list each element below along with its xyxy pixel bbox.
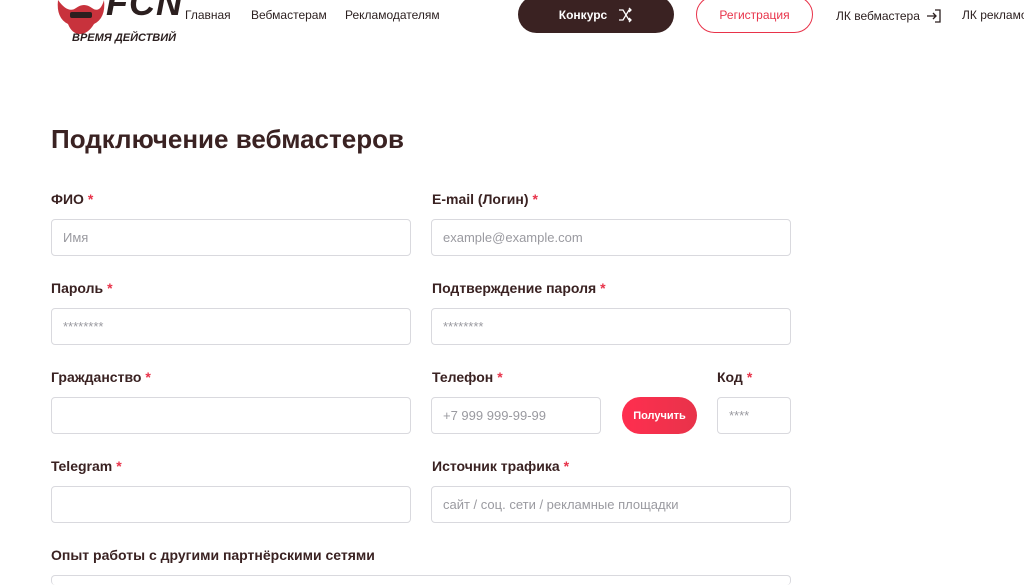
lk-webmaster-label: ЛК вебмастера — [836, 9, 920, 23]
required-mark: * — [600, 280, 606, 296]
contest-button[interactable]: Конкурс — [518, 0, 674, 33]
logo-text: FCN — [106, 0, 183, 23]
email-label-text: E-mail (Логин) — [432, 191, 529, 207]
required-mark: * — [145, 369, 151, 385]
fio-label-text: ФИО — [51, 191, 84, 207]
lk-advertiser-link[interactable]: ЛК рекламо — [962, 8, 1024, 22]
site-header: FCN ВРЕМЯ ДЕЙСТВИЙ Главная Вебмастерам Р… — [0, 0, 1024, 44]
required-mark: * — [107, 280, 113, 296]
required-mark: * — [497, 369, 503, 385]
phone-label: Телефон * — [432, 369, 503, 385]
password-confirm-label-text: Подтверждение пароля — [432, 280, 597, 296]
experience-label-text: Опыт работы с другими партнёрскими сетям… — [51, 547, 375, 563]
telegram-label: Telegram * — [51, 458, 122, 474]
code-label: Код * — [717, 369, 752, 385]
page-title: Подключение вебмастеров — [51, 124, 404, 154]
email-input[interactable] — [431, 219, 791, 256]
password-input[interactable] — [51, 308, 411, 345]
code-label-text: Код — [717, 369, 743, 385]
required-mark: * — [87, 191, 94, 207]
logo[interactable]: FCN ВРЕМЯ ДЕЙСТВИЙ — [54, 0, 184, 48]
required-mark: * — [563, 458, 570, 474]
traffic-source-label: Источник трафика * — [432, 458, 569, 474]
citizenship-label: Гражданство * — [51, 369, 151, 385]
shuffle-icon — [619, 7, 633, 22]
password-label: Пароль * — [51, 280, 113, 296]
phone-input[interactable] — [431, 397, 601, 434]
register-button[interactable]: Регистрация — [696, 0, 813, 33]
nav-home[interactable]: Главная — [185, 8, 231, 22]
traffic-source-input[interactable] — [431, 486, 791, 523]
experience-input[interactable] — [51, 575, 791, 585]
password-label-text: Пароль — [51, 280, 104, 296]
telegram-label-text: Telegram — [51, 458, 113, 474]
login-icon — [926, 9, 941, 23]
nav-webmasters[interactable]: Вебмастерам — [251, 8, 327, 22]
phone-label-text: Телефон — [432, 369, 494, 385]
email-label: E-mail (Логин) * — [432, 191, 538, 207]
fio-input[interactable] — [51, 219, 411, 256]
password-confirm-input[interactable] — [431, 308, 791, 345]
traffic-source-label-text: Источник трафика — [432, 458, 560, 474]
required-mark: * — [532, 191, 538, 207]
contest-button-label: Конкурс — [558, 7, 608, 22]
fio-label: ФИО * — [51, 191, 93, 207]
required-mark: * — [746, 369, 753, 385]
password-confirm-label: Подтверждение пароля * — [432, 280, 606, 296]
code-input[interactable] — [717, 397, 791, 434]
lk-advertiser-label: ЛК рекламо — [962, 8, 1024, 22]
nav-advertisers[interactable]: Рекламодателям — [345, 8, 440, 22]
citizenship-input[interactable] — [51, 397, 411, 434]
experience-label: Опыт работы с другими партнёрскими сетям… — [51, 547, 375, 563]
lk-webmaster-link[interactable]: ЛК вебмастера — [836, 8, 942, 24]
citizenship-label-text: Гражданство — [51, 369, 142, 385]
get-code-button[interactable]: Получить — [622, 397, 697, 434]
telegram-input[interactable] — [51, 486, 411, 523]
logo-subtitle: ВРЕМЯ ДЕЙСТВИЙ — [72, 32, 177, 44]
required-mark: * — [116, 458, 122, 474]
